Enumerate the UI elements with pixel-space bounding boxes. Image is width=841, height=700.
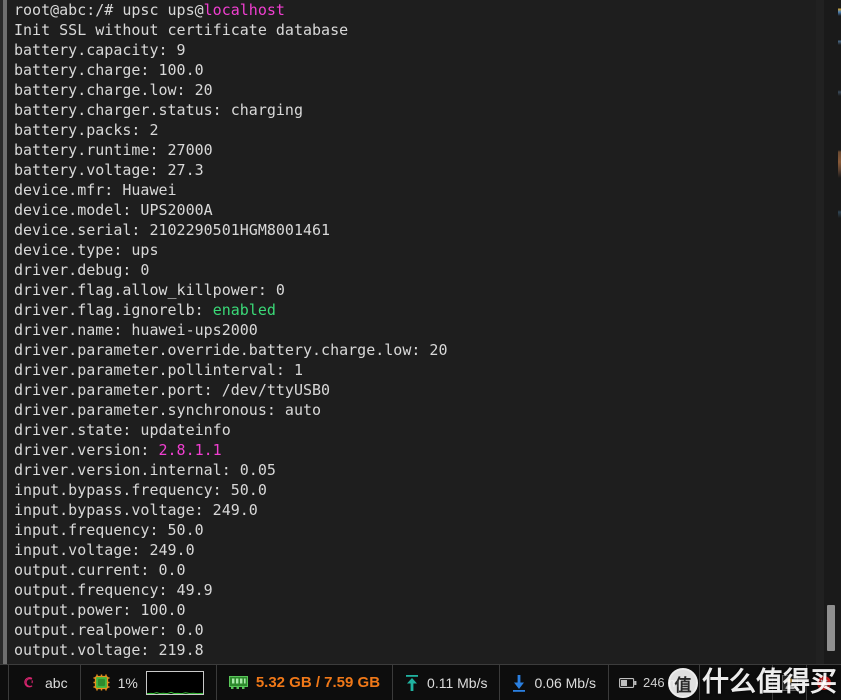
system-status-bar: abc 1% 5.32 GB / 7.59 GB 0.11 Mb/s 0.06 …	[0, 664, 841, 700]
terminal-text-segment: battery.runtime: 27000	[14, 141, 213, 159]
terminal-text-segment: 2.8.1.1	[158, 441, 222, 459]
terminal-line: battery.charge.low: 20	[14, 80, 804, 100]
terminal-text-segment: driver.flag.allow_killpower: 0	[14, 281, 285, 299]
terminal-scrollbar-thumb[interactable]	[827, 605, 835, 651]
battery-icon	[619, 677, 637, 689]
terminal-line: device.type: ups	[14, 240, 804, 260]
screen-root: root@abc:/# upsc ups@localhost Init SSL w…	[0, 0, 841, 700]
terminal-text-segment: driver.state: updateinfo	[14, 421, 231, 439]
cpu-usage-graph[interactable]	[145, 670, 204, 695]
terminal-output: root@abc:/# upsc ups@localhost Init SSL w…	[14, 0, 804, 660]
tray-icon-person[interactable]	[773, 665, 807, 700]
terminal-line: driver.version: 2.8.1.1	[14, 440, 804, 460]
window-left-handle	[3, 0, 7, 664]
terminal-text-segment: Init SSL without certificate database	[14, 21, 349, 39]
terminal-line: output.power: 100.0	[14, 600, 804, 620]
status-network-up-cell[interactable]: 0.11 Mb/s	[393, 665, 501, 700]
status-bar-left-edge	[0, 665, 9, 700]
terminal-line: battery.charge: 100.0	[14, 60, 804, 80]
terminal-text-segment: localhost	[203, 1, 285, 19]
cpu-chip-icon	[93, 674, 110, 691]
terminal-text-segment: device.mfr: Huawei	[14, 181, 177, 199]
terminal-line: driver.debug: 0	[14, 260, 804, 280]
terminal-line: battery.charger.status: charging	[14, 100, 804, 120]
terminal-line: Init SSL without certificate database	[14, 20, 804, 40]
terminal-text-segment: input.bypass.voltage: 249.0	[14, 501, 258, 519]
terminal-line: output.voltage: 219.8	[14, 640, 804, 660]
terminal-text-segment: driver.parameter.port: /dev/ttyUSB0	[14, 381, 331, 399]
status-network-up-label: 0.11 Mb/s	[427, 674, 488, 691]
terminal-line: input.bypass.voltage: 249.0	[14, 500, 804, 520]
ram-stick-icon	[228, 676, 248, 689]
terminal-text-segment: driver.version.internal: 0.05	[14, 461, 276, 479]
terminal-line: driver.state: updateinfo	[14, 420, 804, 440]
terminal-text-segment: driver.version:	[14, 441, 159, 459]
terminal-text-segment: driver.name: huawei-ups2000	[14, 321, 258, 339]
terminal-window[interactable]: root@abc:/# upsc ups@localhost Init SSL w…	[0, 0, 841, 664]
status-cpu-label: 1%	[117, 674, 138, 691]
terminal-text-segment: battery.capacity: 9	[14, 41, 186, 59]
terminal-line: input.frequency: 50.0	[14, 520, 804, 540]
terminal-line: device.model: UPS2000A	[14, 200, 804, 220]
status-os-label: abc	[45, 674, 68, 691]
terminal-text-segment: output.voltage: 219.8	[14, 641, 204, 659]
debian-swirl-icon	[21, 674, 37, 692]
terminal-line: battery.runtime: 27000	[14, 140, 804, 160]
terminal-line: driver.parameter.pollinterval: 1	[14, 360, 804, 380]
terminal-line: driver.flag.ignorelb: enabled	[14, 300, 804, 320]
status-bar-spacer	[700, 665, 773, 700]
terminal-line: driver.version.internal: 0.05	[14, 460, 804, 480]
terminal-line: battery.packs: 2	[14, 120, 804, 140]
terminal-text-segment: driver.parameter.synchronous: auto	[14, 401, 322, 419]
terminal-text-segment: driver.parameter.override.battery.charge…	[14, 341, 448, 359]
terminal-text-segment: battery.charge.low: 20	[14, 81, 213, 99]
status-battery-label: 246 min	[642, 675, 690, 690]
terminal-text-segment: output.realpower: 0.0	[14, 621, 204, 639]
status-memory-cell[interactable]: 5.32 GB / 7.59 GB	[217, 665, 394, 700]
terminal-text-segment: input.voltage: 249.0	[14, 541, 195, 559]
terminal-text-segment: output.frequency: 49.9	[14, 581, 213, 599]
status-memory-label: 5.32 GB / 7.59 GB	[255, 674, 381, 691]
terminal-line: driver.parameter.synchronous: auto	[14, 400, 804, 420]
terminal-text-segment: output.power: 100.0	[14, 601, 186, 619]
terminal-text-segment: driver.flag.ignorelb:	[14, 301, 213, 319]
terminal-line: output.frequency: 49.9	[14, 580, 804, 600]
status-cpu-cell[interactable]: 1%	[81, 665, 217, 700]
terminal-text-segment: enabled	[212, 301, 276, 319]
terminal-line: device.serial: 2102290501HGM8001461	[14, 220, 804, 240]
terminal-line: driver.parameter.override.battery.charge…	[14, 340, 804, 360]
terminal-text-segment: driver.debug: 0	[14, 261, 150, 279]
terminal-line: battery.capacity: 9	[14, 40, 804, 60]
terminal-text-segment: battery.charge: 100.0	[14, 61, 204, 79]
download-arrow-icon	[512, 674, 526, 692]
terminal-text-segment: driver.parameter.pollinterval: 1	[14, 361, 303, 379]
terminal-line: driver.flag.allow_killpower: 0	[14, 280, 804, 300]
terminal-line: battery.voltage: 27.3	[14, 160, 804, 180]
status-network-down-label: 0.06 Mb/s	[534, 674, 596, 691]
terminal-line: output.current: 0.0	[14, 560, 804, 580]
upload-arrow-icon	[405, 674, 419, 692]
terminal-line: input.bypass.frequency: 50.0	[14, 480, 804, 500]
status-battery-cell[interactable]: 246 min	[609, 665, 701, 700]
terminal-line: output.realpower: 0.0	[14, 620, 804, 640]
terminal-text-segment: battery.packs: 2	[14, 121, 159, 139]
terminal-text-segment: battery.voltage: 27.3	[14, 161, 204, 179]
terminal-line: root@abc:/# upsc ups@localhost	[14, 0, 804, 20]
tray-icon-alert[interactable]	[807, 665, 841, 700]
terminal-line: input.voltage: 249.0	[14, 540, 804, 560]
terminal-text-segment: device.model: UPS2000A	[14, 201, 213, 219]
terminal-scrollbar-track[interactable]	[816, 0, 824, 664]
terminal-text-segment: device.serial: 2102290501HGM8001461	[14, 221, 331, 239]
terminal-text-segment: input.frequency: 50.0	[14, 521, 204, 539]
terminal-line: driver.parameter.port: /dev/ttyUSB0	[14, 380, 804, 400]
terminal-line: device.mfr: Huawei	[14, 180, 804, 200]
terminal-text-segment: input.bypass.frequency: 50.0	[14, 481, 267, 499]
terminal-text-segment: device.type: ups	[14, 241, 159, 259]
terminal-text-segment: output.current: 0.0	[14, 561, 186, 579]
status-os-cell[interactable]: abc	[9, 665, 81, 700]
terminal-text-segment: root@abc:/# upsc ups@	[14, 1, 204, 19]
terminal-text-segment: battery.charger.status: charging	[14, 101, 303, 119]
status-network-down-cell[interactable]: 0.06 Mb/s	[500, 665, 609, 700]
terminal-line: driver.name: huawei-ups2000	[14, 320, 804, 340]
